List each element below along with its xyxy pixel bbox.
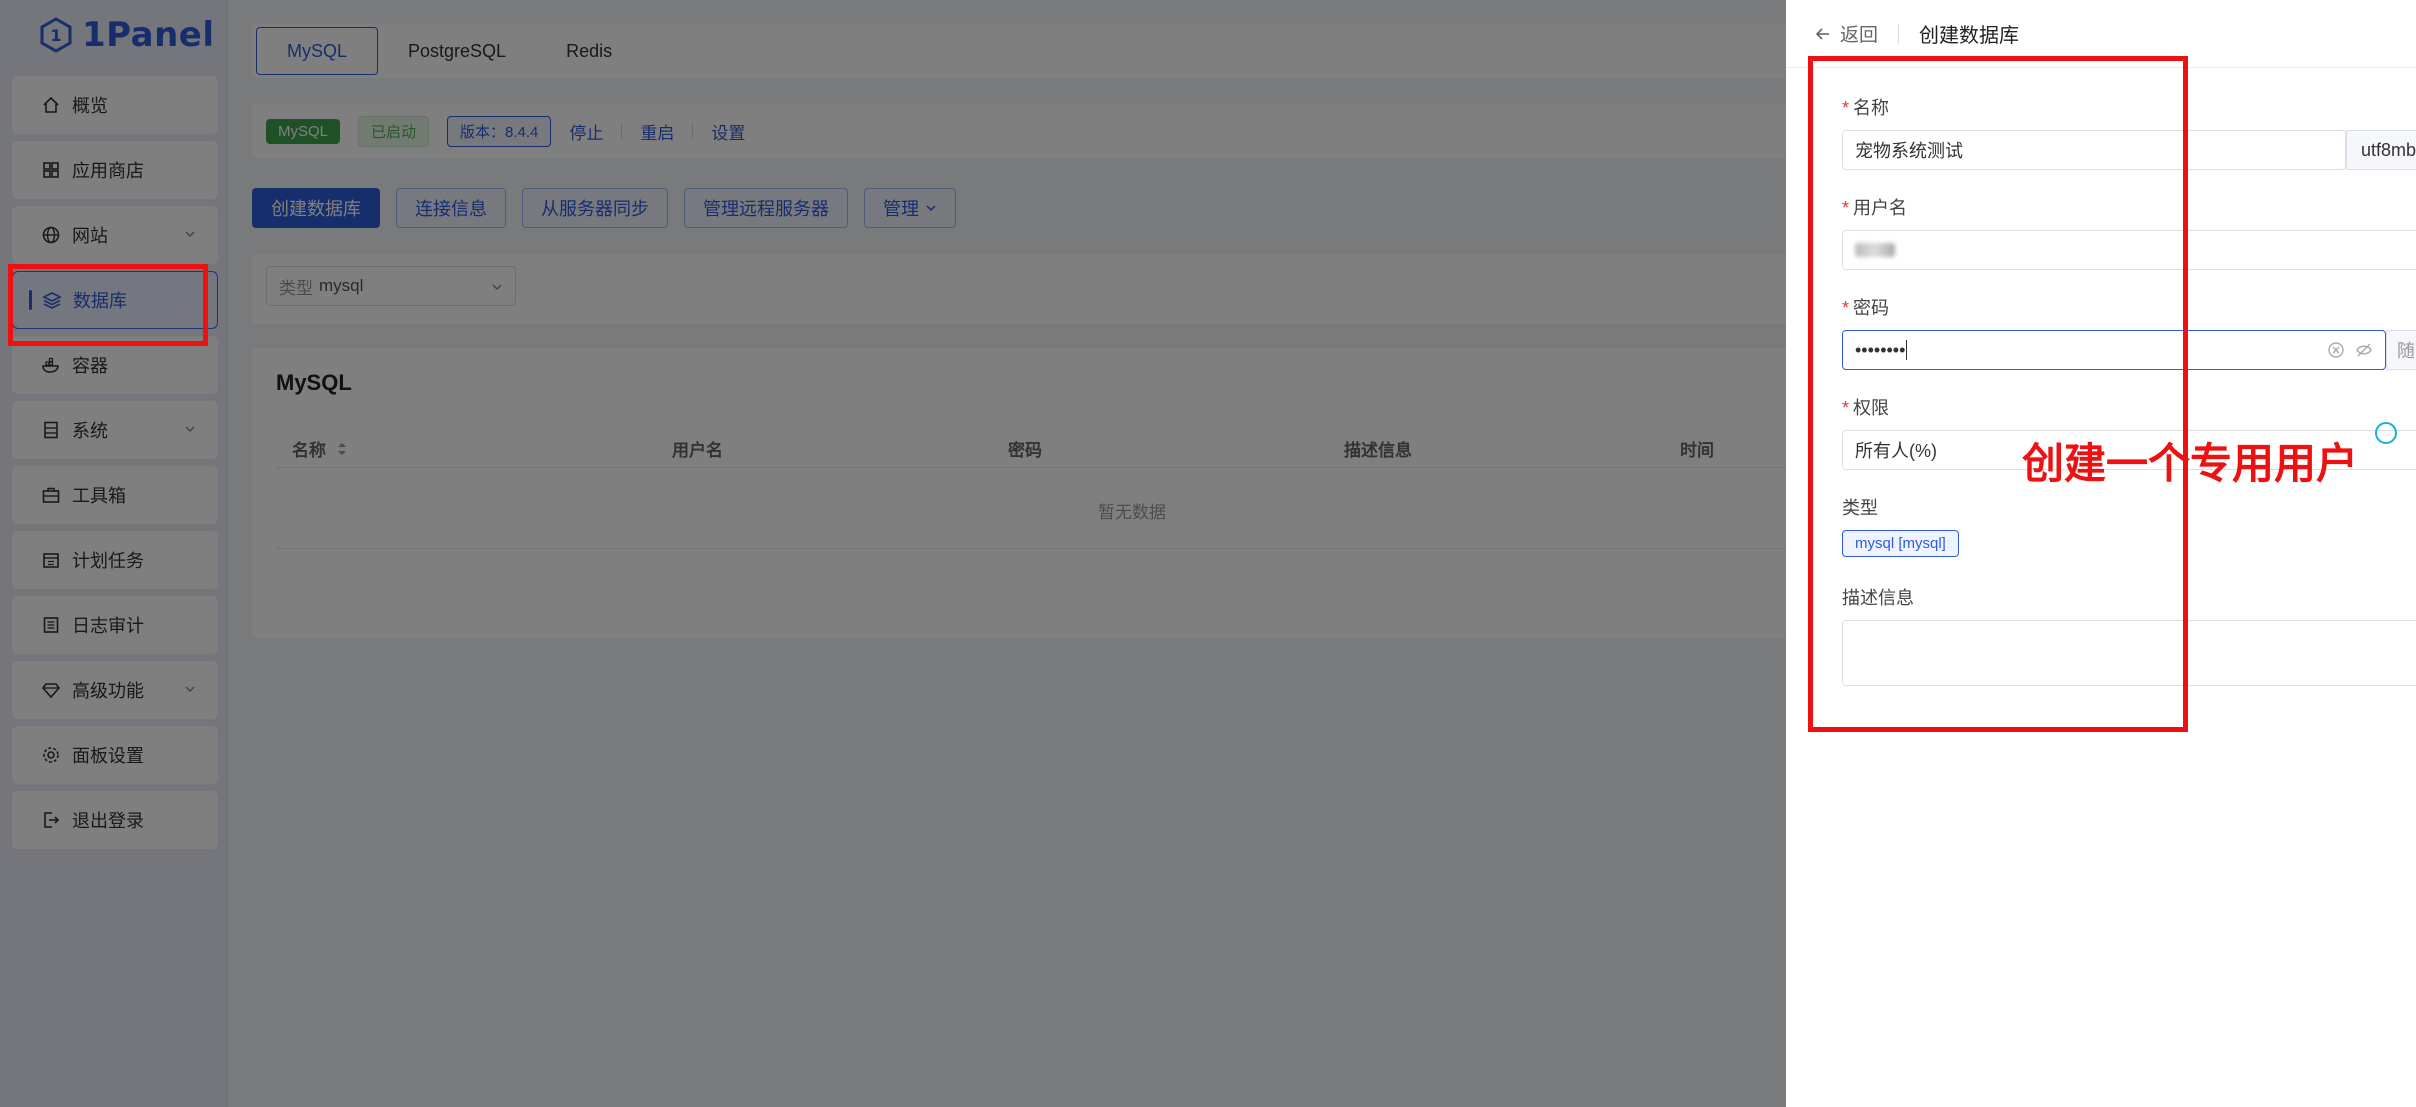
charset-select[interactable]: utf8mb xyxy=(2346,130,2416,170)
modal-overlay[interactable] xyxy=(0,0,1786,1107)
divider xyxy=(1898,23,1900,44)
back-label: 返回 xyxy=(1840,25,1879,46)
random-password-button[interactable]: 随 xyxy=(2386,330,2416,370)
highlight-box-form xyxy=(1808,56,2188,732)
eye-off-icon[interactable] xyxy=(2355,341,2373,359)
highlight-box-database xyxy=(8,264,208,346)
password-actions xyxy=(2327,341,2373,359)
back-button[interactable]: 返回 xyxy=(1814,20,1878,47)
drawer-title: 创建数据库 xyxy=(1919,25,2020,47)
clear-icon[interactable] xyxy=(2327,341,2345,359)
arrow-left-icon xyxy=(1815,27,1829,40)
mouse-cursor xyxy=(2375,422,2397,444)
annotation-text: 创建一个专用用户 xyxy=(2022,439,2359,488)
